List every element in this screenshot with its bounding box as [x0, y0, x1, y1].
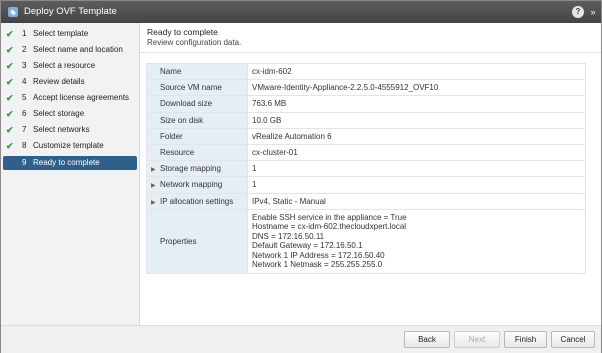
properties-value: Enable SSH service in the appliance = Tr…: [247, 208, 586, 274]
step-select-name-location[interactable]: ✔ 2 Select name and location: [3, 43, 137, 57]
vsphere-app-icon: [8, 7, 18, 17]
title-bar: Deploy OVF Template ? »: [1, 1, 601, 23]
back-button[interactable]: Back: [404, 331, 450, 348]
row-key: Source VM name: [160, 83, 222, 93]
property-line: DNS = 172.16.50.11: [252, 231, 325, 241]
step-label: Select template: [33, 29, 89, 38]
checkmark-icon: ✔: [6, 61, 14, 71]
step-label: Select a resource: [33, 61, 96, 70]
row-key: Network mapping: [160, 180, 223, 190]
step-number: 5: [22, 93, 27, 102]
page-subtitle: Review configuration data.: [147, 38, 242, 47]
cancel-button[interactable]: Cancel: [551, 331, 595, 348]
expand-arrow-icon[interactable]: ▶: [151, 182, 160, 189]
row-key: Name: [160, 67, 182, 77]
checkmark-icon: ✔: [6, 77, 14, 87]
step-number: 2: [22, 45, 27, 54]
checkmark-icon: ✔: [6, 141, 14, 151]
step-customize-template[interactable]: ✔ 8 Customize template: [3, 139, 137, 153]
step-label: Select networks: [33, 125, 90, 134]
step-number: 7: [22, 125, 27, 134]
table-row: Name cx-idm-602: [146, 62, 586, 81]
property-line: Default Gateway = 172.16.50.1: [252, 241, 363, 251]
step-review-details[interactable]: ✔ 4 Review details: [3, 75, 137, 89]
step-number: 1: [22, 29, 27, 38]
wizard-steps-sidebar: ✔ 1 Select template ✔ 2 Select name and …: [1, 23, 140, 325]
row-value: 10.0 GB: [247, 111, 586, 129]
step-label: Review details: [33, 77, 85, 86]
step-label: Select name and location: [33, 45, 123, 54]
table-row: Size on disk 10.0 GB: [146, 111, 586, 129]
step-number: 3: [22, 61, 27, 70]
checkmark-icon: ✔: [6, 93, 14, 103]
step-label: Accept license agreements: [33, 93, 130, 102]
table-row-network-mapping[interactable]: ▶ Network mapping 1: [146, 176, 586, 194]
table-row-ip-allocation[interactable]: ▶ IP allocation settings IPv4, Static - M…: [146, 192, 586, 210]
table-row: Download size 763.6 MB: [146, 95, 586, 113]
step-select-storage[interactable]: ✔ 6 Select storage: [3, 107, 137, 121]
step-label: Select storage: [33, 109, 85, 118]
step-ready-to-complete[interactable]: 9 Ready to complete: [3, 156, 137, 170]
window-title: Deploy OVF Template: [24, 6, 117, 17]
step-number: 8: [22, 141, 27, 150]
header-divider: [140, 52, 601, 53]
row-value: 763.6 MB: [247, 95, 586, 113]
checkmark-icon: ✔: [6, 45, 14, 55]
step-select-template[interactable]: ✔ 1 Select template: [3, 27, 137, 41]
step-number: 9: [22, 158, 27, 167]
row-value: 1: [247, 176, 586, 194]
row-value: vRealize Automation 6: [247, 127, 586, 145]
step-number: 6: [22, 109, 27, 118]
step-accept-license[interactable]: ✔ 5 Accept license agreements: [3, 91, 137, 105]
row-key: Resource: [160, 148, 195, 158]
checkmark-icon: ✔: [6, 125, 14, 135]
row-key: Folder: [160, 131, 183, 141]
checkmark-icon: ✔: [6, 29, 14, 39]
table-row: Source VM name VMware-Identity-Appliance…: [146, 79, 586, 97]
row-value: IPv4, Static - Manual: [247, 192, 586, 210]
property-line: Enable SSH service in the appliance = Tr…: [252, 212, 407, 222]
row-key: Size on disk: [160, 115, 204, 125]
row-value: cx-idm-602: [247, 62, 586, 81]
checkmark-icon: ✔: [6, 109, 14, 119]
summary-table: Name cx-idm-602 Source VM name VMware-Id…: [146, 62, 586, 274]
row-value: VMware-Identity-Appliance-2.2.5.0-455591…: [247, 79, 586, 97]
property-line: Network 1 Netmask = 255.255.255.0: [252, 260, 383, 270]
row-key: Properties: [160, 236, 197, 246]
dialog-footer: Back Next Finish Cancel: [1, 325, 601, 353]
step-select-networks[interactable]: ✔ 7 Select networks: [3, 123, 137, 137]
help-icon[interactable]: ?: [572, 6, 584, 18]
deploy-ovf-dialog: Deploy OVF Template ? » ✔ 1 Select templ…: [0, 0, 602, 353]
property-line: Hostname = cx-idm-602.thecloudxpert.loca…: [252, 222, 407, 232]
property-line: Network 1 IP Address = 172.16.50.40: [252, 250, 385, 260]
row-value: 1: [247, 160, 586, 178]
next-button[interactable]: Next: [454, 331, 500, 348]
step-select-resource[interactable]: ✔ 3 Select a resource: [3, 59, 137, 73]
row-key: Download size: [160, 99, 213, 109]
table-row: Folder vRealize Automation 6: [146, 127, 586, 145]
table-row: Resource cx-cluster-01: [146, 143, 586, 162]
row-value: cx-cluster-01: [247, 143, 586, 162]
expand-arrow-icon[interactable]: ▶: [151, 166, 160, 173]
expand-icon[interactable]: »: [588, 5, 598, 19]
table-row-storage-mapping[interactable]: ▶ Storage mapping 1: [146, 160, 586, 178]
page-title: Ready to complete: [147, 27, 218, 37]
step-number: 4: [22, 77, 27, 86]
finish-button[interactable]: Finish: [504, 331, 547, 348]
expand-arrow-icon[interactable]: ▶: [151, 199, 160, 206]
row-key: Storage mapping: [160, 164, 221, 174]
row-key: IP allocation settings: [160, 196, 234, 206]
step-label: Customize template: [33, 141, 104, 150]
table-row-properties: Properties Enable SSH service in the app…: [146, 208, 586, 274]
step-label: Ready to complete: [33, 158, 100, 167]
